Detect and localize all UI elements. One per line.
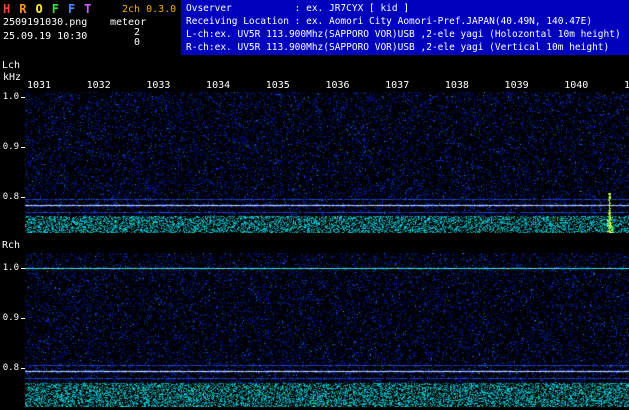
- station-info-line: L-ch:ex. UV5R 113.900Mhz(SAPPORO VOR)USB…: [186, 29, 621, 40]
- station-info-panel: Ovserver : ex. JR7CYX [ kid ] Receiving L…: [181, 0, 629, 55]
- app-version-label: 2ch 0.3.0: [122, 4, 177, 15]
- time-label: 1034: [206, 80, 231, 91]
- rch-channel-label: Rch: [2, 240, 21, 251]
- date-time-label: 25.09.19 10:30: [3, 31, 88, 42]
- time-label: 1031: [26, 80, 52, 91]
- freq-tick-label: 0.8: [2, 192, 19, 202]
- title-letter: H: [3, 2, 11, 16]
- hrofft-output-screen: HROFFT 2ch 0.3.0 2509191030.png meteor 2…: [0, 0, 629, 410]
- freq-tick-label: 1.0: [2, 263, 19, 273]
- title-letter: R: [19, 2, 27, 16]
- title-letter: O: [35, 2, 43, 16]
- time-label: 1035: [265, 80, 290, 91]
- time-label: 1038: [444, 80, 469, 91]
- freq-tick-label: 0.8: [2, 363, 19, 373]
- title-letter: F: [51, 2, 59, 16]
- freq-tick-label: 1.0: [2, 92, 19, 102]
- long-echo-count: 0: [133, 37, 140, 48]
- station-info-line: R-ch:ex. UV5R 113.900Mhz(SAPPORO VOR)USB…: [186, 42, 610, 53]
- rch-spectrogram: [25, 253, 629, 407]
- freq-tick-label: 0.9: [2, 142, 19, 152]
- title-letter: T: [84, 2, 92, 16]
- lch-channel-label: Lch: [2, 60, 21, 71]
- lch-spectrogram: [25, 92, 629, 233]
- time-label: 1032: [86, 80, 111, 91]
- title-letter: F: [67, 2, 76, 16]
- station-info-line: Receiving Location : ex. Aomori City Aom…: [186, 16, 593, 27]
- time-label: 1036: [325, 80, 350, 91]
- time-label: 1033: [146, 80, 171, 91]
- app-title: HROFFT: [3, 2, 100, 16]
- time-label: 1039: [504, 80, 529, 91]
- time-label: 1037: [385, 80, 410, 91]
- time-label: 1041: [623, 80, 629, 91]
- freq-tick-label: 0.9: [2, 313, 19, 323]
- output-filename: 2509191030.png: [3, 17, 88, 28]
- khz-unit-label: kHz: [3, 72, 22, 83]
- station-info-line: Ovserver : ex. JR7CYX [ kid ]: [186, 3, 410, 14]
- time-label: 1040: [564, 80, 589, 91]
